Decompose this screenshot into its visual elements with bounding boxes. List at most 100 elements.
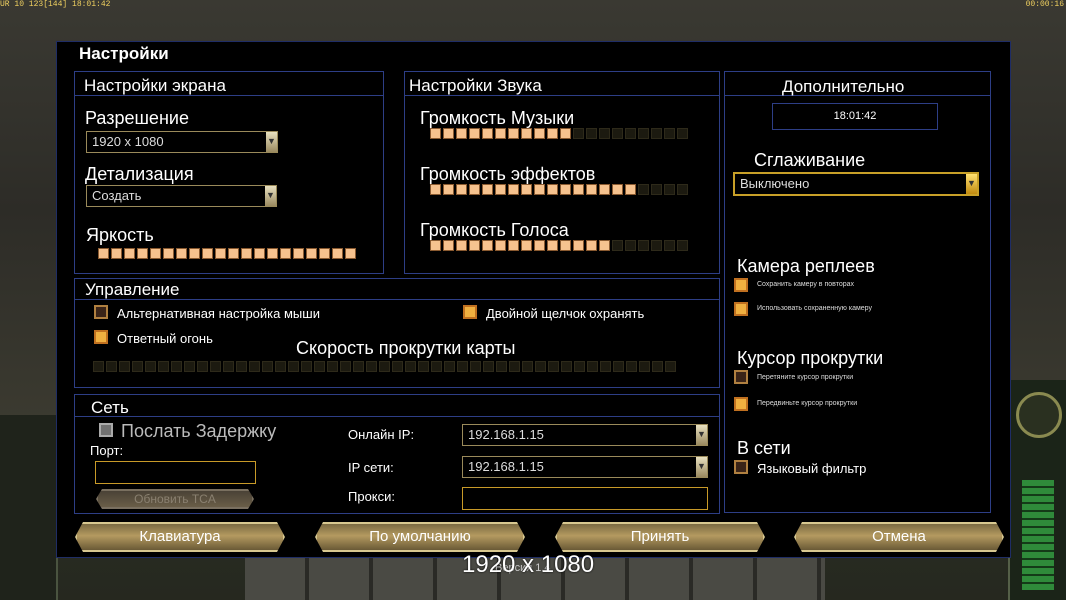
scroll-speed-slider[interactable] (93, 361, 676, 372)
level-segment[interactable] (345, 248, 356, 259)
level-segment[interactable] (612, 128, 623, 139)
level-segment[interactable] (508, 184, 519, 195)
level-segment[interactable] (293, 248, 304, 259)
level-segment[interactable] (430, 184, 441, 195)
level-segment[interactable] (677, 184, 688, 195)
level-segment[interactable] (189, 248, 200, 259)
level-segment[interactable] (534, 184, 545, 195)
level-segment[interactable] (275, 361, 286, 372)
level-segment[interactable] (600, 361, 611, 372)
level-segment[interactable] (664, 128, 675, 139)
level-segment[interactable] (456, 240, 467, 251)
level-segment[interactable] (301, 361, 312, 372)
level-segment[interactable] (495, 240, 506, 251)
level-segment[interactable] (547, 240, 558, 251)
level-segment[interactable] (625, 240, 636, 251)
level-segment[interactable] (430, 240, 441, 251)
level-segment[interactable] (664, 184, 675, 195)
level-segment[interactable] (431, 361, 442, 372)
lan-ip-dropdown[interactable]: 192.168.1.15 ▼ (462, 456, 708, 478)
cancel-button[interactable]: Отмена (794, 522, 1004, 552)
level-segment[interactable] (353, 361, 364, 372)
level-segment[interactable] (111, 248, 122, 259)
resolution-dropdown[interactable]: 1920 x 1080 ▼ (86, 131, 278, 153)
level-segment[interactable] (639, 361, 650, 372)
move-cursor-checkbox[interactable] (734, 397, 748, 411)
voice-volume-slider[interactable] (430, 240, 688, 251)
level-segment[interactable] (561, 361, 572, 372)
defaults-button[interactable]: По умолчанию (315, 522, 525, 552)
level-segment[interactable] (586, 184, 597, 195)
level-segment[interactable] (677, 128, 688, 139)
save-camera-checkbox[interactable] (734, 278, 748, 292)
level-segment[interactable] (119, 361, 130, 372)
language-filter-checkbox[interactable] (734, 460, 748, 474)
level-segment[interactable] (223, 361, 234, 372)
level-segment[interactable] (469, 128, 480, 139)
level-segment[interactable] (586, 128, 597, 139)
level-segment[interactable] (469, 184, 480, 195)
proxy-input[interactable] (462, 487, 708, 510)
level-segment[interactable] (280, 248, 291, 259)
level-segment[interactable] (587, 361, 598, 372)
level-segment[interactable] (638, 240, 649, 251)
effects-volume-slider[interactable] (430, 184, 688, 195)
level-segment[interactable] (124, 248, 135, 259)
level-segment[interactable] (522, 361, 533, 372)
level-segment[interactable] (137, 248, 148, 259)
level-segment[interactable] (625, 128, 636, 139)
level-segment[interactable] (163, 248, 174, 259)
level-segment[interactable] (509, 361, 520, 372)
level-segment[interactable] (638, 128, 649, 139)
level-segment[interactable] (215, 248, 226, 259)
level-segment[interactable] (176, 248, 187, 259)
online-ip-dropdown[interactable]: 192.168.1.15 ▼ (462, 424, 708, 446)
chevron-down-icon[interactable]: ▼ (265, 186, 276, 206)
level-segment[interactable] (483, 361, 494, 372)
level-segment[interactable] (332, 248, 343, 259)
level-segment[interactable] (236, 361, 247, 372)
level-segment[interactable] (319, 248, 330, 259)
level-segment[interactable] (288, 361, 299, 372)
level-segment[interactable] (482, 240, 493, 251)
level-segment[interactable] (677, 240, 688, 251)
chevron-down-icon[interactable]: ▼ (966, 174, 977, 194)
level-segment[interactable] (482, 184, 493, 195)
keyboard-button[interactable]: Клавиатура (75, 522, 285, 552)
level-segment[interactable] (443, 128, 454, 139)
level-segment[interactable] (405, 361, 416, 372)
level-segment[interactable] (249, 361, 260, 372)
level-segment[interactable] (560, 184, 571, 195)
level-segment[interactable] (651, 240, 662, 251)
level-segment[interactable] (443, 184, 454, 195)
level-segment[interactable] (482, 128, 493, 139)
level-segment[interactable] (210, 361, 221, 372)
level-segment[interactable] (495, 184, 506, 195)
level-segment[interactable] (456, 184, 467, 195)
level-segment[interactable] (599, 128, 610, 139)
level-segment[interactable] (150, 248, 161, 259)
level-segment[interactable] (241, 248, 252, 259)
level-segment[interactable] (521, 240, 532, 251)
level-segment[interactable] (366, 361, 377, 372)
level-segment[interactable] (469, 240, 480, 251)
level-segment[interactable] (638, 184, 649, 195)
chevron-down-icon[interactable]: ▼ (696, 457, 707, 477)
level-segment[interactable] (574, 361, 585, 372)
level-segment[interactable] (197, 361, 208, 372)
accept-button[interactable]: Принять (555, 522, 765, 552)
return-fire-checkbox[interactable] (94, 330, 108, 344)
level-segment[interactable] (521, 184, 532, 195)
refresh-tca-button[interactable]: Обновить TCA (96, 489, 254, 509)
double-click-checkbox[interactable] (463, 305, 477, 319)
level-segment[interactable] (202, 248, 213, 259)
level-segment[interactable] (521, 128, 532, 139)
level-segment[interactable] (314, 361, 325, 372)
level-segment[interactable] (665, 361, 676, 372)
level-segment[interactable] (573, 184, 584, 195)
level-segment[interactable] (457, 361, 468, 372)
level-segment[interactable] (306, 248, 317, 259)
level-segment[interactable] (612, 240, 623, 251)
level-segment[interactable] (327, 361, 338, 372)
level-segment[interactable] (495, 128, 506, 139)
